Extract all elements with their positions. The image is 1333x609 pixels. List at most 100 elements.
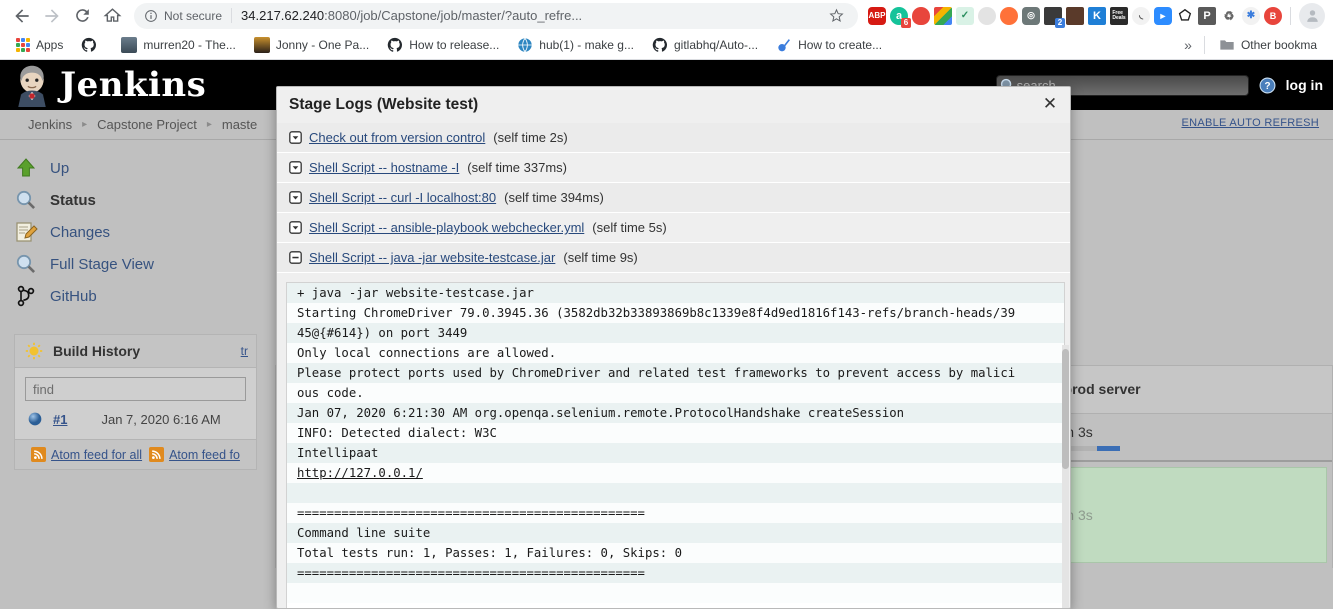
chevron-down-box-icon[interactable] [289,131,302,144]
pocket-p-extension[interactable]: P [1198,6,1216,25]
chevron-down-box-icon[interactable] [289,161,302,174]
help-circle-icon[interactable]: ? [1259,77,1276,94]
bookmark-hub[interactable]: hub(1) - make g... [509,34,642,56]
sidebar-item-changes[interactable]: Changes [14,216,275,248]
blocker-b-extension[interactable]: B [1264,6,1282,25]
home-button[interactable] [98,2,126,30]
sidebar-item-label: Up [50,159,70,177]
stage-log-link[interactable]: Shell Script -- hostname -I [309,160,459,175]
stage-log-row[interactable]: Shell Script -- curl -I localhost:80 (se… [277,183,1070,213]
build-number-link[interactable]: #1 [53,412,67,427]
chevron-down-box-icon[interactable] [289,191,302,204]
log-line [287,583,1064,603]
other-bookmarks-button[interactable]: Other bookma [1211,34,1325,56]
sidebar-item-up[interactable]: Up [14,152,275,184]
modal-scrollbar-thumb[interactable] [1062,349,1069,469]
breadcrumb-item-jenkins[interactable]: Jenkins [28,117,72,132]
package-cube-extension[interactable]: ⬠ [1176,6,1194,25]
info-circle-icon [144,9,158,23]
jenkins-brand-label: Jenkins [60,65,207,105]
stage-log-link[interactable]: Shell Script -- ansible-playbook webchec… [309,220,584,235]
bookmark-gitlabhq[interactable]: gitlabhq/Auto-... [644,34,766,56]
kaspersky-extension[interactable]: K [1088,6,1106,25]
stage-log-link[interactable]: Check out from version control [309,130,485,145]
zoom-extension[interactable]: ► [1154,6,1172,25]
chevron-down-box-icon[interactable] [289,221,302,234]
stage-log-row[interactable]: Check out from version control (self tim… [277,123,1070,153]
reload-button[interactable] [68,2,96,30]
shield-ring-extension[interactable]: ◎ [1022,6,1040,25]
breadcrumb-item-capstone-project[interactable]: Capstone Project [97,117,197,132]
avast-shield-extension[interactable] [912,6,930,25]
atom-feed-all-link[interactable]: Atom feed for all [31,447,142,462]
bookmark-how-to-create[interactable]: How to create... [768,34,890,56]
log-line-link[interactable]: http://127.0.0.1/ [287,463,1064,483]
log-line: Intellipaat [287,443,1064,463]
color-grid-extension[interactable] [934,6,952,25]
bookmark-label: How to create... [798,38,883,52]
stage-log-row[interactable]: Shell Script -- ansible-playbook webchec… [277,213,1070,243]
stage-logs-modal: Stage Logs (Website test) ✕ Check out fr… [276,86,1071,609]
bookmarks-bar: Apps murren20 - The... Jonny - One Pa...… [0,31,1333,60]
sidebar-item-github[interactable]: GitHub [14,280,275,312]
stage-log-link[interactable]: Shell Script -- java -jar website-testca… [309,250,555,265]
log-line [287,483,1064,503]
sidebar-item-label: GitHub [50,287,97,305]
bookmarks-divider [1203,36,1205,54]
build-history-find-input[interactable] [25,377,246,401]
free-deals-extension[interactable]: Free Deals [1110,6,1128,25]
bookmark-label: How to release... [409,38,500,52]
magnifier-icon [16,254,36,274]
back-button[interactable] [8,2,36,30]
jenkins-logo[interactable]: Jenkins [10,63,206,107]
login-link[interactable]: log in [1286,77,1323,93]
star-icon[interactable] [824,4,848,28]
books-extension[interactable]: 2 [1044,6,1065,28]
profile-avatar-icon[interactable] [1299,2,1325,29]
enable-auto-refresh-link[interactable]: ENABLE AUTO REFRESH [1181,117,1319,129]
firefox-fox-extension[interactable] [1000,6,1018,25]
cat-avatar-extension[interactable] [978,6,996,25]
svg-text:?: ? [1264,81,1270,92]
compass-extension[interactable]: ✱ [1242,6,1260,25]
log-line: ========================================… [287,563,1064,583]
url-host: 34.217.62.240 [241,8,325,23]
sidebar-item-full-stage-view[interactable]: Full Stage View [14,248,275,280]
tray-divider [1290,6,1291,25]
bookmarks-overflow-button[interactable]: » [1178,34,1198,56]
stage-log-row[interactable]: Shell Script -- hostname -I (self time 3… [277,153,1070,183]
git-branch-icon [17,285,35,307]
stage-log-row[interactable]: Shell Script -- java -jar website-testca… [277,243,1070,273]
address-bar[interactable]: Not secure 34.217.62.240:8080/job/Capsto… [134,2,858,29]
stage-self-time: (self time 337ms) [467,160,567,175]
cat-face-extension[interactable] [1066,6,1084,25]
close-icon[interactable]: ✕ [1040,94,1060,114]
build-history-row[interactable]: #1 Jan 7, 2020 6:16 AM [25,401,246,433]
mail-checker-extension[interactable]: ✓ [956,6,974,25]
minus-box-icon[interactable] [289,251,302,264]
bookmark-github-1[interactable] [73,34,111,56]
adblock-plus-extension[interactable]: ABP [868,6,886,25]
breadcrumb-item-master[interactable]: maste [222,117,257,132]
bookmark-how-to-release[interactable]: How to release... [379,34,507,56]
bookmark-label: gitlabhq/Auto-... [674,38,759,52]
recycle-extension[interactable]: ♻ [1220,6,1238,25]
grammarly-extension[interactable]: a6 [890,6,911,28]
github-icon [652,37,667,52]
forward-button[interactable] [38,2,66,30]
build-history-header: Build History tr [15,335,256,368]
bookmark-murren20[interactable]: murren20 - The... [113,34,243,56]
browser-chrome: Not secure 34.217.62.240:8080/job/Capsto… [0,0,1333,60]
stage-self-time: (self time 9s) [563,250,638,265]
log-url-link[interactable]: http://127.0.0.1/ [297,466,423,480]
stage-log-link[interactable]: Shell Script -- curl -I localhost:80 [309,190,496,205]
bookmark-jonny[interactable]: Jonny - One Pa... [246,34,377,56]
modal-scrollbar[interactable] [1062,345,1069,608]
speedometer-extension[interactable]: ◟ [1132,6,1150,25]
log-line: Jan 07, 2020 6:21:30 AM org.openqa.selen… [287,403,1064,423]
log-output-pane[interactable]: + java -jar website-testcase.jar Startin… [286,282,1065,608]
build-history-trend-link[interactable]: tr [241,344,248,358]
bookmark-apps[interactable]: Apps [8,35,71,55]
sidebar-item-status[interactable]: Status [14,184,275,216]
atom-feed-failures-link[interactable]: Atom feed fo [149,447,240,462]
